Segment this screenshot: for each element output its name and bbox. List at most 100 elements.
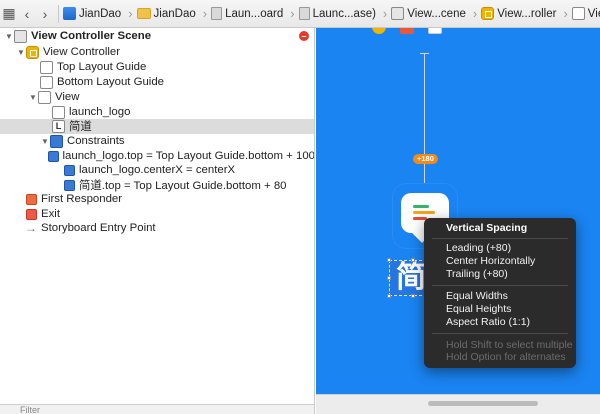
breadcrumb-project[interactable]: JianDao ›	[63, 6, 137, 21]
resize-handle[interactable]	[387, 294, 391, 298]
outline-label: Top Layout Guide	[57, 61, 147, 74]
entry-arrow-icon: →	[25, 221, 37, 236]
menu-item-equal-heights[interactable]: Equal Heights	[446, 303, 511, 316]
breadcrumb-view-controller[interactable]: View...roller ›	[481, 6, 572, 21]
outline-row-scene[interactable]: ▼ View Controller Scene –	[0, 29, 314, 44]
canvas-bottom-bar	[316, 394, 600, 414]
chevron-right-icon: ›	[472, 6, 478, 21]
outline-label: launch_logo	[69, 106, 131, 119]
folder-icon	[136, 8, 151, 19]
menu-item-equal-widths[interactable]: Equal Widths	[446, 290, 508, 303]
outline-row-constraint-1[interactable]: launch_logo.top = Top Layout Guide.botto…	[0, 149, 315, 164]
resize-handle[interactable]	[411, 294, 415, 298]
resize-handle[interactable]	[387, 258, 391, 262]
view-controller-icon[interactable]	[372, 28, 386, 34]
menu-item-leading[interactable]: Leading (+80)	[446, 242, 511, 255]
constraint-popup-menu: Vertical Spacing Leading (+80) Center Ho…	[424, 218, 576, 368]
outline-row-view[interactable]: ▼ View	[0, 90, 314, 105]
outline-row-constraint-3[interactable]: 简道.top = Top Layout Guide.bottom + 80	[0, 178, 314, 193]
breadcrumb-folder[interactable]: JianDao ›	[136, 6, 212, 21]
document-outline: ▼ View Controller Scene – ▼ View Control…	[0, 28, 315, 414]
breadcrumb-view[interactable]: View ›	[571, 6, 600, 21]
scene-dock	[372, 28, 442, 34]
outline-label: launch_logo.top = Top Layout Guide.botto…	[62, 150, 315, 163]
disclosure-triangle-icon[interactable]: ▼	[4, 32, 14, 41]
view-icon	[571, 7, 585, 20]
breadcrumb-storyboard[interactable]: Laun...oard ›	[211, 6, 299, 21]
outline-row-bottom-layout-guide[interactable]: Bottom Layout Guide	[0, 75, 314, 90]
error-icon[interactable]: –	[299, 31, 309, 42]
outline-label: Constraints	[67, 135, 125, 148]
storyboard-file-icon	[211, 7, 223, 20]
view-controller-icon	[481, 7, 495, 20]
resize-handle[interactable]	[411, 258, 415, 262]
back-arrow-icon[interactable]: ‹	[18, 0, 36, 27]
layout-guide-icon	[40, 75, 53, 89]
label-icon: L	[52, 119, 65, 133]
menu-separator	[432, 333, 568, 334]
exit-icon[interactable]	[428, 28, 442, 34]
menu-separator	[432, 238, 568, 239]
outline-row-label-selected[interactable]: L 简道	[0, 119, 314, 134]
grid-icon[interactable]: ▦	[0, 0, 18, 27]
filter-bar[interactable]: Filter	[0, 404, 314, 414]
outline-label: View Controller	[43, 46, 121, 59]
breadcrumb-scene[interactable]: View...cene ›	[391, 6, 481, 21]
chevron-right-icon: ›	[382, 6, 388, 21]
outline-label: Exit	[41, 208, 60, 221]
outline-row-launch-logo[interactable]: launch_logo	[0, 105, 314, 120]
outline-row-first-responder[interactable]: First Responder	[0, 192, 314, 207]
breadcrumb-label: View...cene	[407, 7, 466, 20]
menu-item-trailing[interactable]: Trailing (+80)	[446, 268, 508, 281]
jump-bar: ▦ ‹ › JianDao › JianDao › Laun...oard › …	[0, 0, 600, 28]
breadcrumb-label: Launc...ase)	[312, 7, 376, 20]
outline-row-constraint-2[interactable]: launch_logo.centerX = centerX	[0, 163, 314, 178]
view-controller-icon	[26, 45, 39, 59]
chevron-right-icon: ›	[290, 6, 295, 21]
menu-hint-option: Hold Option for alternates	[446, 351, 566, 363]
menu-separator	[432, 285, 568, 286]
divider	[58, 4, 59, 23]
forward-arrow-icon[interactable]: ›	[36, 0, 54, 27]
first-responder-icon	[26, 193, 37, 205]
disclosure-triangle-icon[interactable]: ▼	[16, 48, 26, 57]
disclosure-triangle-icon[interactable]: ▼	[28, 93, 38, 102]
outline-label: 简道	[69, 121, 92, 134]
breadcrumb-label: View...roller	[497, 7, 557, 20]
outline-label: 简道.top = Top Layout Guide.bottom + 80	[79, 180, 287, 193]
scene-icon	[14, 29, 27, 43]
outline-row-view-controller[interactable]: ▼ View Controller	[0, 45, 314, 60]
menu-item-vertical-spacing[interactable]: Vertical Spacing	[446, 222, 527, 235]
resize-handle[interactable]	[387, 276, 391, 280]
breadcrumb-label: JianDao	[79, 7, 122, 20]
breadcrumb-label: View	[587, 7, 600, 20]
first-responder-icon[interactable]	[400, 28, 414, 34]
outline-row-constraints[interactable]: ▼ Constraints	[0, 134, 314, 149]
outline-label: Storyboard Entry Point	[41, 222, 156, 235]
menu-item-center-horizontally[interactable]: Center Horizontally	[446, 255, 535, 268]
constraint-icon	[64, 179, 75, 191]
project-icon	[63, 7, 76, 20]
outline-row-exit[interactable]: Exit	[0, 207, 314, 222]
outline-label: Bottom Layout Guide	[57, 76, 165, 89]
breadcrumb-storyboard-base[interactable]: Launc...ase) ›	[298, 6, 392, 21]
scene-icon	[391, 7, 405, 20]
horizontal-scrollbar[interactable]	[428, 401, 538, 406]
outline-row-top-layout-guide[interactable]: Top Layout Guide	[0, 60, 314, 75]
chevron-right-icon: ›	[563, 6, 568, 21]
outline-label: View	[55, 91, 80, 104]
chevron-right-icon: ›	[128, 6, 133, 21]
storyboard-file-icon	[298, 7, 310, 20]
constraints-icon	[50, 134, 63, 148]
view-icon	[38, 90, 51, 104]
menu-item-aspect-ratio[interactable]: Aspect Ratio (1:1)	[446, 316, 530, 329]
disclosure-triangle-icon[interactable]: ▼	[40, 137, 50, 146]
filter-input[interactable]: Filter	[20, 405, 40, 414]
image-view-icon	[52, 105, 65, 119]
exit-icon	[26, 208, 37, 220]
constraint-icon	[64, 164, 75, 176]
constraint-badge[interactable]: +180	[413, 154, 438, 164]
constraint-icon	[47, 150, 59, 162]
layout-guide-icon	[40, 60, 53, 74]
outline-row-entry-point[interactable]: → Storyboard Entry Point	[0, 221, 314, 236]
